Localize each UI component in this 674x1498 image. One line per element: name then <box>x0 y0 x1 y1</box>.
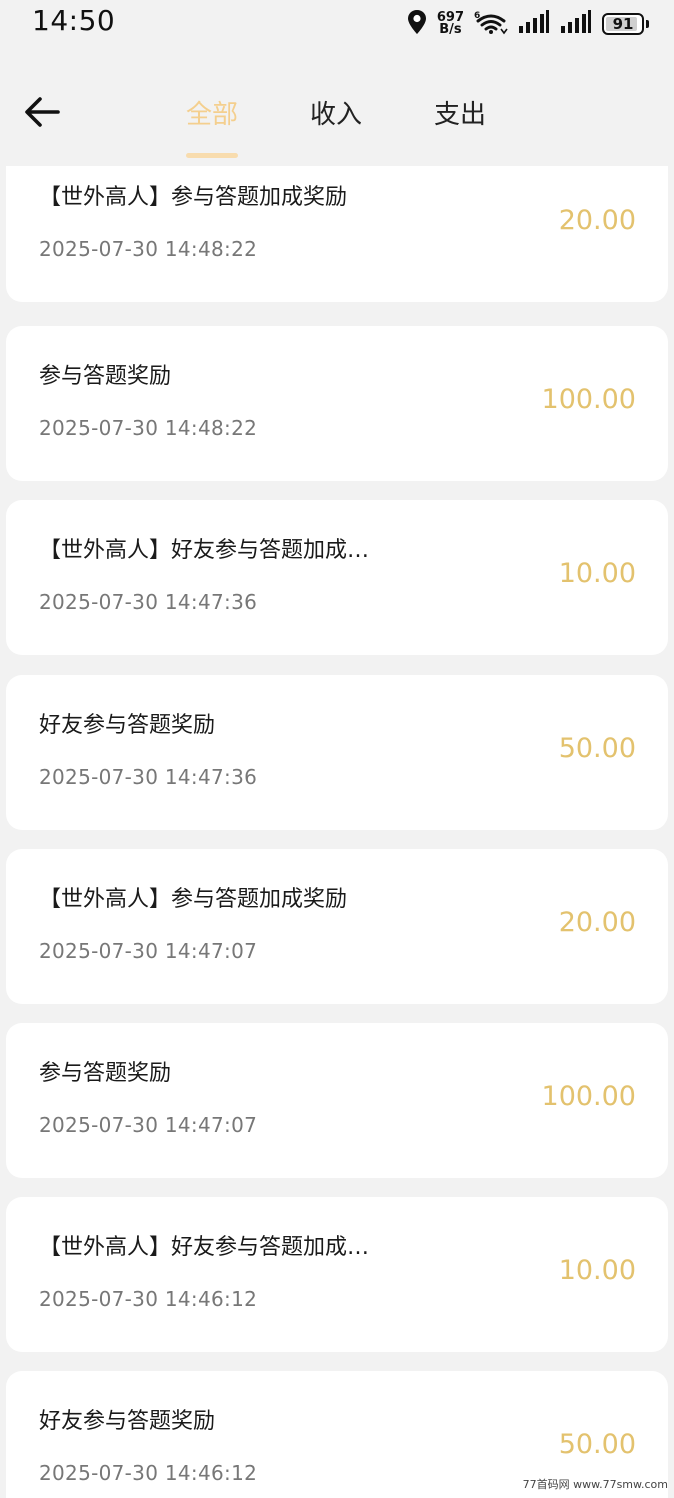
record-title: 【世外高人】参与答题加成奖励 <box>39 887 348 912</box>
record-amount: 20.00 <box>558 205 636 236</box>
record-time: 2025-07-30 14:48:22 <box>39 416 258 440</box>
list-item[interactable]: 【世外高人】好友参与答题加成… 2025-07-30 14:47:36 10.0… <box>6 500 668 655</box>
record-title: 【世外高人】好友参与答题加成… <box>39 538 370 563</box>
status-icons: 697 B/s 6 91 <box>407 8 649 40</box>
arrow-left-icon <box>25 97 60 127</box>
record-title: 参与答题奖励 <box>39 364 172 389</box>
record-amount: 100.00 <box>541 384 636 415</box>
record-amount: 50.00 <box>558 1429 636 1460</box>
record-title: 【世外高人】参与答题加成奖励 <box>39 185 348 210</box>
tab-income[interactable]: 收入 <box>274 60 398 166</box>
tab-active-indicator <box>186 153 238 158</box>
list-item[interactable]: 参与答题奖励 2025-07-30 14:47:07 100.00 <box>6 1023 668 1178</box>
record-time: 2025-07-30 14:48:22 <box>39 237 258 261</box>
battery-level: 91 <box>612 15 634 33</box>
record-title: 【世外高人】好友参与答题加成… <box>39 1235 370 1260</box>
record-time: 2025-07-30 14:47:36 <box>39 765 258 789</box>
wifi-icon: 6 <box>474 9 508 39</box>
status-bar: 14:50 697 B/s 6 91 <box>0 0 674 48</box>
list-item[interactable]: 参与答题奖励 2025-07-30 14:48:22 100.00 <box>6 326 668 481</box>
record-amount: 100.00 <box>541 1081 636 1112</box>
record-time: 2025-07-30 14:46:12 <box>39 1287 258 1311</box>
record-title: 好友参与答题奖励 <box>39 713 216 738</box>
list-item[interactable]: 【世外高人】参与答题加成奖励 2025-07-30 14:48:22 20.00 <box>6 166 668 302</box>
tab-all[interactable]: 全部 <box>150 60 274 166</box>
record-time: 2025-07-30 14:47:07 <box>39 939 258 963</box>
record-time: 2025-07-30 14:47:07 <box>39 1113 258 1137</box>
signal-icon <box>560 10 592 38</box>
watermark: 77首码网 www.77smw.com <box>522 1478 668 1491</box>
record-time: 2025-07-30 14:46:12 <box>39 1461 258 1485</box>
location-icon <box>407 9 427 39</box>
battery-icon: 91 <box>602 13 649 35</box>
back-button[interactable] <box>20 90 64 134</box>
signal-icon <box>518 10 550 38</box>
list-item[interactable]: 【世外高人】参与答题加成奖励 2025-07-30 14:47:07 20.00 <box>6 849 668 1004</box>
list-item[interactable]: 好友参与答题奖励 2025-07-30 14:47:36 50.00 <box>6 675 668 830</box>
list-item[interactable]: 【世外高人】好友参与答题加成… 2025-07-30 14:46:12 10.0… <box>6 1197 668 1352</box>
record-title: 好友参与答题奖励 <box>39 1409 216 1434</box>
network-speed: 697 B/s <box>437 11 464 37</box>
record-list[interactable]: 【世外高人】参与答题加成奖励 2025-07-30 14:48:22 20.00… <box>6 166 668 1498</box>
record-time: 2025-07-30 14:47:36 <box>39 590 258 614</box>
tab-bar: 全部 收入 支出 <box>150 60 522 166</box>
record-title: 参与答题奖励 <box>39 1061 172 1086</box>
network-speed-unit: B/s <box>439 22 462 37</box>
tab-label: 支出 <box>433 100 486 130</box>
record-amount: 10.00 <box>558 1255 636 1286</box>
tab-label: 收入 <box>309 100 362 130</box>
header: 全部 收入 支出 <box>0 60 674 166</box>
tab-expense[interactable]: 支出 <box>398 60 522 166</box>
record-amount: 50.00 <box>558 733 636 764</box>
status-time: 14:50 <box>32 4 116 37</box>
record-amount: 10.00 <box>558 558 636 589</box>
record-amount: 20.00 <box>558 907 636 938</box>
